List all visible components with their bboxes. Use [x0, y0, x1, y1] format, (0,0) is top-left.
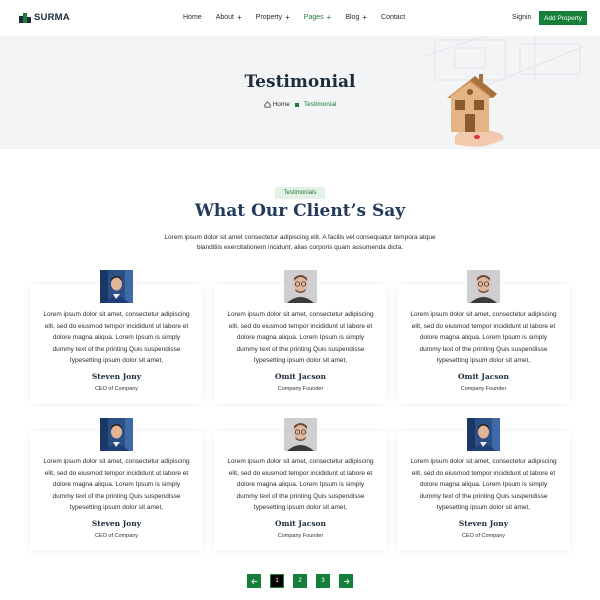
pagination-prev-button[interactable] [247, 574, 261, 588]
nav-item-blog[interactable]: Blog + [345, 13, 368, 22]
plus-icon: + [326, 13, 332, 22]
logo-text: SURMA [34, 11, 70, 23]
testimonial-text: Lorem ipsum dolor sit amet, consectetur … [43, 311, 190, 364]
testimonial-text: Lorem ipsum dolor sit amet, consectetur … [227, 311, 374, 364]
arrow-right-icon [343, 578, 350, 584]
testimonial-role: Company Founder [277, 386, 324, 392]
pagination-next-button[interactable] [339, 574, 353, 588]
pagination-page-1[interactable]: 1 [270, 574, 284, 588]
nav-item-pages[interactable]: Pages + [303, 13, 332, 22]
plus-icon: + [362, 13, 368, 22]
breadcrumb-home-label: Home [272, 101, 290, 108]
avatar-man-glasses [467, 270, 500, 303]
page-title: Testimonial [244, 72, 356, 92]
testimonial-text: Lorem ipsum dolor sit amet, consectetur … [43, 458, 190, 511]
pagination-page-3[interactable]: 3 [316, 574, 330, 588]
nav-label: Blog [345, 14, 360, 21]
testimonial-name: Omit Jacson [274, 519, 327, 528]
plus-icon: + [236, 13, 242, 22]
nav-label: About [215, 14, 234, 21]
testimonial-role: CEO of Company [94, 533, 139, 539]
testimonial-name: Steven Jony [91, 372, 142, 381]
testimonial-name: Omit Jacson [274, 372, 327, 381]
avatar-man-blue-shirt [467, 418, 500, 451]
nav-label: Contact [381, 14, 406, 21]
page-hero: Testimonial Home Testimonial [0, 36, 600, 149]
avatar-man-blue-shirt [100, 270, 133, 303]
testimonial-name: Steven Jony [91, 519, 142, 528]
breadcrumb: Home Testimonial [0, 101, 600, 108]
testimonial-text: Lorem ipsum dolor sit amet, consectetur … [410, 458, 557, 511]
testimonial-name: Steven Jony [458, 519, 509, 528]
nav-item-property[interactable]: Property + [255, 13, 290, 22]
add-property-button[interactable]: Add Property [539, 11, 587, 25]
nav-item-home[interactable]: Home [183, 14, 202, 21]
site-header: SURMA Home About + Property + Pages + Blog +… [0, 0, 600, 36]
testimonial-text: Lorem ipsum dolor sit amet, consectetur … [227, 458, 374, 511]
house-in-hand-image [425, 36, 586, 147]
avatar-man-glasses [284, 418, 317, 451]
testimonial-role: CEO of Company [461, 533, 506, 539]
breadcrumb-separator-icon [294, 102, 299, 107]
breadcrumb-current: Testimonial [303, 101, 337, 108]
nav-item-about[interactable]: About + [215, 13, 242, 22]
arrow-left-icon [250, 578, 257, 584]
avatar-man-glasses [284, 270, 317, 303]
home-icon [264, 101, 271, 108]
section-tag: Testimonials [275, 187, 325, 199]
avatar-man-blue-shirt [100, 418, 133, 451]
testimonial-role: Company Founder [277, 533, 324, 539]
main-nav: Home About + Property + Pages + Blog + Conta… [183, 13, 405, 22]
breadcrumb-home-link[interactable]: Home [264, 101, 290, 108]
pagination-page-2[interactable]: 2 [293, 574, 307, 588]
nav-label: Home [183, 14, 202, 21]
logo-building-icon [19, 13, 31, 23]
testimonial-name: Omit Jacson [457, 372, 510, 381]
testimonial-role: Company Founder [460, 386, 507, 392]
signin-link[interactable]: Signin [512, 14, 531, 21]
testimonial-role: CEO of Company [94, 386, 139, 392]
nav-label: Property [255, 14, 283, 21]
nav-label: Pages [303, 14, 324, 21]
section-title: What Our Client’s Say [194, 201, 406, 221]
logo[interactable]: SURMA [19, 11, 70, 23]
section-description: Lorem ipsum dolor sit amet consectetur a… [164, 234, 436, 251]
testimonial-text: Lorem ipsum dolor sit amet, consectetur … [410, 311, 557, 364]
plus-icon: + [285, 13, 290, 22]
nav-item-contact[interactable]: Contact [381, 14, 405, 21]
